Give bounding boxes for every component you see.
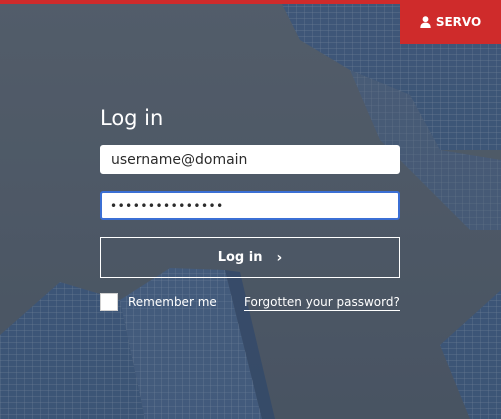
user-icon (420, 16, 431, 28)
servo-brand-button[interactable]: SERVO (400, 0, 501, 44)
login-button-label: Log in (217, 250, 263, 265)
brand-label: SERVO (435, 15, 482, 29)
login-button[interactable]: Log in › (100, 237, 400, 278)
login-title: Log in (100, 106, 164, 130)
forgot-password-link[interactable]: Forgotten your password? (244, 295, 400, 311)
remember-me-label[interactable]: Remember me (128, 295, 217, 309)
password-field[interactable] (100, 191, 400, 220)
remember-me-checkbox[interactable] (100, 293, 118, 311)
chevron-right-icon: › (276, 249, 283, 266)
username-field[interactable] (100, 145, 400, 174)
login-page: SERVO Log in Log in › Remember me Forgot… (0, 0, 501, 419)
remember-me-option: Remember me (100, 293, 217, 311)
